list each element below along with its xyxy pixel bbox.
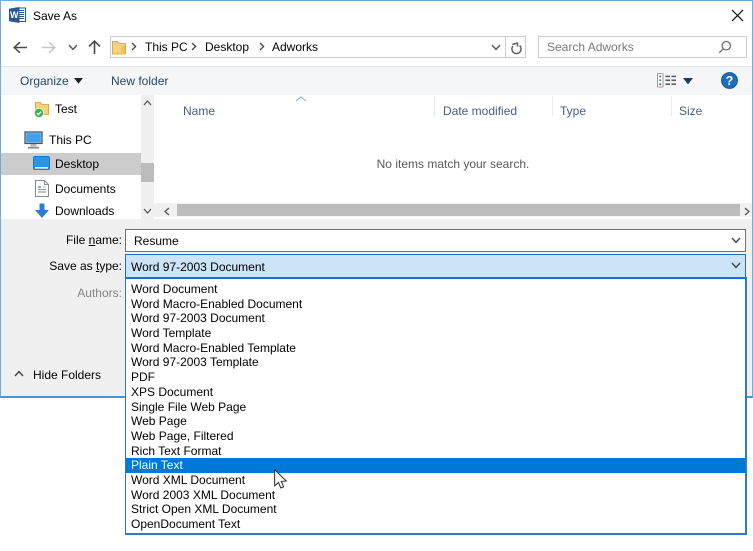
svg-text:?: ? <box>726 74 734 88</box>
svg-text:W: W <box>10 10 19 20</box>
